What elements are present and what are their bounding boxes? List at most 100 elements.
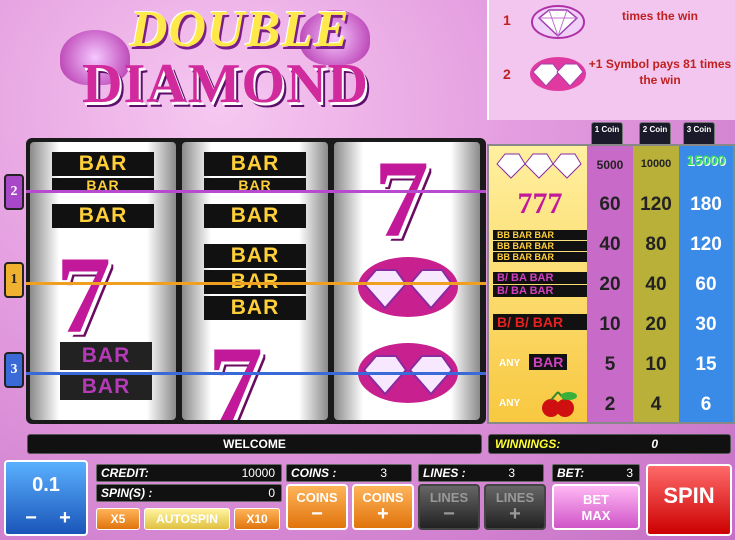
credit-value: 10000 — [241, 466, 275, 480]
pay-value: 6 — [700, 394, 712, 415]
pay-value-highlight: 15000 — [686, 152, 726, 168]
coins-plus-button[interactable]: COINS + — [352, 484, 414, 530]
bet-label: BET: — [557, 466, 585, 480]
payline-3 — [26, 372, 486, 375]
double-diamond-icon — [358, 257, 458, 317]
coins-display: COINS : 3 — [286, 464, 412, 482]
coins-minus-button[interactable]: COINS − — [286, 484, 348, 530]
seven-symbol: 7 — [208, 324, 263, 420]
triple-diamond-icon — [496, 153, 582, 179]
payline-1 — [26, 282, 486, 285]
winnings-value: 0 — [651, 437, 658, 451]
coin3-values: 15000 180 120 60 30 15 6 — [679, 146, 733, 422]
pay-value: 120 — [640, 194, 672, 215]
double-diamond-icon — [530, 57, 586, 91]
pay-value: 4 — [650, 394, 662, 415]
payline-indicator-2[interactable]: 2 — [4, 174, 24, 210]
bar-symbol: BAR — [204, 204, 306, 228]
lines-label: LINES : — [423, 466, 466, 480]
control-panel: 0.1 − + CREDIT: 10000 SPIN(S) : 0 X5 AUT… — [0, 458, 735, 540]
bonus-row-number: 2 — [503, 66, 511, 82]
plus-icon: + — [509, 503, 521, 525]
winnings-display: WINNINGS: 0 — [488, 434, 731, 454]
autospin-button[interactable]: AUTOSPIN — [144, 508, 230, 530]
pay-value: 5 — [604, 354, 616, 375]
payline-indicator-3[interactable]: 3 — [4, 352, 24, 388]
plus-icon: + — [377, 503, 389, 525]
spins-value: 0 — [268, 486, 275, 500]
credit-label: CREDIT: — [101, 466, 149, 480]
bet-value: 3 — [626, 466, 633, 480]
bar-symbol: BAR — [204, 244, 306, 268]
bar-symbol: BAR — [60, 374, 152, 400]
pay-value: 80 — [645, 234, 667, 255]
pay-value: 60 — [695, 274, 717, 295]
paytable: 1 Coin 2 Coin 3 Coin 777 BB BAR BAR BB B… — [487, 120, 735, 424]
bonus-paytable: 1 times the win 2 +1 Symbol pays 81 time… — [487, 0, 735, 120]
bonus-row-2: 2 +1 Symbol pays 81 times the win — [489, 52, 735, 102]
reel-1: BAR BAR BAR 7 BAR BAR — [30, 142, 176, 420]
paytable-grid: 777 BB BAR BAR BB BAR BAR BB BAR BAR B/ … — [487, 144, 735, 424]
coin-value-minus-button[interactable]: − — [18, 508, 44, 530]
coin1-values: 5000 60 40 20 10 5 2 — [587, 146, 633, 422]
pay-value: 180 — [690, 194, 722, 215]
pay-value: 10000 — [640, 158, 672, 170]
coin-value-plus-button[interactable]: + — [52, 508, 78, 530]
bonus-row-text: +1 Symbol pays 81 times the win — [588, 57, 732, 87]
coin-header-1: 1 Coin — [591, 122, 623, 146]
game-logo: DOUBLE DIAMOND — [60, 0, 420, 125]
credit-display: CREDIT: 10000 — [96, 464, 282, 482]
pay-value: 30 — [695, 314, 717, 335]
x10-button[interactable]: X10 — [234, 508, 280, 530]
x5-button[interactable]: X5 — [96, 508, 140, 530]
lines-plus-button[interactable]: LINES + — [484, 484, 546, 530]
reel-window: BAR BAR BAR 7 BAR BAR BAR BAR BAR BAR BA… — [26, 138, 486, 424]
bet-max-label-1: BET — [583, 492, 609, 507]
message-bar: WELCOME — [27, 434, 482, 454]
single-bar-icon: B/ B/ BAR — [493, 306, 587, 342]
lines-minus-button[interactable]: LINES − — [418, 484, 480, 530]
pay-value: 10 — [599, 314, 621, 335]
reel-3: 7 — [334, 142, 480, 420]
pay-value: 60 — [599, 194, 621, 215]
spins-display: SPIN(S) : 0 — [96, 484, 282, 502]
triple-seven-icon: 777 — [517, 187, 563, 220]
pay-value: 120 — [690, 234, 722, 255]
winnings-label: WINNINGS: — [495, 437, 561, 451]
double-bar-icon: B/ BA BAR B/ BA BAR — [493, 266, 587, 302]
coins-label: COINS : — [291, 466, 337, 480]
lines-value: 3 — [508, 466, 515, 480]
bonus-row-number: 1 — [503, 12, 511, 28]
pay-value: 20 — [599, 274, 621, 295]
pay-value: 40 — [599, 234, 621, 255]
pay-value: 5000 — [596, 158, 624, 172]
logo-word-diamond: DIAMOND — [82, 53, 369, 115]
minus-icon: − — [311, 503, 323, 525]
bar-symbol: BAR — [204, 152, 306, 176]
seven-symbol: 7 — [56, 234, 111, 356]
coin-header-2: 2 Coin — [639, 122, 671, 146]
coins-value: 3 — [380, 466, 387, 480]
bar-symbol: BAR — [60, 342, 152, 370]
spin-button[interactable]: SPIN — [646, 464, 732, 536]
pay-value: 10 — [645, 354, 667, 375]
minus-icon: − — [443, 503, 455, 525]
reel-2: BAR BAR BAR BAR BAR BAR 7 — [182, 142, 328, 420]
payline-indicator-1[interactable]: 1 — [4, 262, 24, 298]
any-cherry-icon: ANY — [493, 386, 587, 422]
pay-value: 20 — [645, 314, 667, 335]
logo-word-double: DOUBLE — [130, 1, 350, 58]
bet-max-button[interactable]: BET MAX — [552, 484, 640, 530]
coin-header-3: 3 Coin — [683, 122, 715, 146]
diamond-icon — [531, 5, 585, 39]
spins-label: SPIN(S) : — [101, 486, 153, 500]
lines-display: LINES : 3 — [418, 464, 544, 482]
payline-2 — [26, 190, 486, 193]
coin2-values: 10000 120 80 40 20 10 4 — [633, 146, 679, 422]
bar-symbol: BAR — [52, 152, 154, 176]
bet-max-label-2: MAX — [581, 508, 611, 523]
pay-value: 15 — [695, 354, 717, 375]
pay-value: 40 — [645, 274, 667, 295]
bonus-row-text: times the win — [621, 9, 698, 23]
pay-value: 2 — [604, 394, 616, 415]
